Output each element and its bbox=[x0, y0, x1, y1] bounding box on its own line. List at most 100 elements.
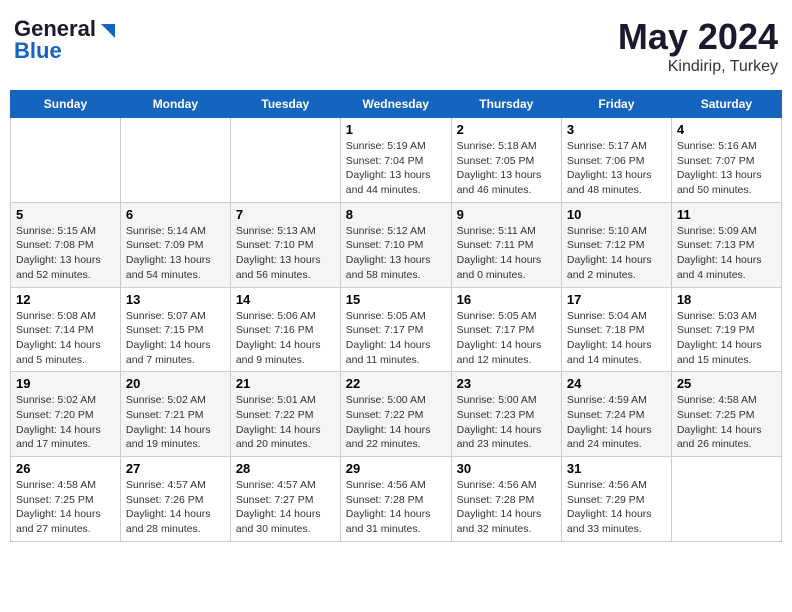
day-info: Sunrise: 4:56 AM Sunset: 7:28 PM Dayligh… bbox=[346, 478, 446, 537]
calendar-cell: 8 Sunrise: 5:12 AM Sunset: 7:10 PM Daylig… bbox=[340, 202, 451, 287]
day-info: Sunrise: 5:14 AM Sunset: 7:09 PM Dayligh… bbox=[126, 224, 225, 283]
calendar-day-header: Thursday bbox=[451, 91, 561, 118]
day-number: 17 bbox=[567, 292, 666, 307]
day-number: 31 bbox=[567, 461, 666, 476]
calendar-cell: 5 Sunrise: 5:15 AM Sunset: 7:08 PM Daylig… bbox=[11, 202, 121, 287]
day-info: Sunrise: 5:03 AM Sunset: 7:19 PM Dayligh… bbox=[677, 309, 776, 368]
day-number: 29 bbox=[346, 461, 446, 476]
day-info: Sunrise: 5:02 AM Sunset: 7:20 PM Dayligh… bbox=[16, 393, 115, 452]
calendar-cell: 18 Sunrise: 5:03 AM Sunset: 7:19 PM Dayli… bbox=[671, 287, 781, 372]
day-number: 27 bbox=[126, 461, 225, 476]
day-info: Sunrise: 4:59 AM Sunset: 7:24 PM Dayligh… bbox=[567, 393, 666, 452]
calendar-cell bbox=[671, 457, 781, 542]
day-number: 6 bbox=[126, 207, 225, 222]
logo-blue: Blue bbox=[14, 38, 62, 64]
day-number: 15 bbox=[346, 292, 446, 307]
day-number: 28 bbox=[236, 461, 335, 476]
day-info: Sunrise: 5:05 AM Sunset: 7:17 PM Dayligh… bbox=[346, 309, 446, 368]
calendar-header-row: SundayMondayTuesdayWednesdayThursdayFrid… bbox=[11, 91, 782, 118]
calendar-cell: 16 Sunrise: 5:05 AM Sunset: 7:17 PM Dayli… bbox=[451, 287, 561, 372]
calendar-cell bbox=[230, 118, 340, 203]
day-number: 26 bbox=[16, 461, 115, 476]
day-number: 23 bbox=[457, 376, 556, 391]
day-info: Sunrise: 5:11 AM Sunset: 7:11 PM Dayligh… bbox=[457, 224, 556, 283]
calendar-cell: 27Sunrise: 4:57 AM Sunset: 7:26 PM Dayli… bbox=[120, 457, 230, 542]
calendar-cell: 21 Sunrise: 5:01 AM Sunset: 7:22 PM Dayli… bbox=[230, 372, 340, 457]
calendar-week-row: 12Sunrise: 5:08 AM Sunset: 7:14 PM Dayli… bbox=[11, 287, 782, 372]
day-number: 5 bbox=[16, 207, 115, 222]
calendar-cell: 19 Sunrise: 5:02 AM Sunset: 7:20 PM Dayli… bbox=[11, 372, 121, 457]
day-number: 30 bbox=[457, 461, 556, 476]
calendar-day-header: Wednesday bbox=[340, 91, 451, 118]
calendar-day-header: Tuesday bbox=[230, 91, 340, 118]
calendar-cell: 12Sunrise: 5:08 AM Sunset: 7:14 PM Dayli… bbox=[11, 287, 121, 372]
calendar-day-header: Sunday bbox=[11, 91, 121, 118]
day-number: 25 bbox=[677, 376, 776, 391]
calendar-cell: 13Sunrise: 5:07 AM Sunset: 7:15 PM Dayli… bbox=[120, 287, 230, 372]
calendar-cell: 22Sunrise: 5:00 AM Sunset: 7:22 PM Dayli… bbox=[340, 372, 451, 457]
calendar-cell: 23 Sunrise: 5:00 AM Sunset: 7:23 PM Dayli… bbox=[451, 372, 561, 457]
logo-triangle-icon bbox=[97, 20, 115, 38]
day-number: 3 bbox=[567, 122, 666, 137]
day-info: Sunrise: 5:12 AM Sunset: 7:10 PM Dayligh… bbox=[346, 224, 446, 283]
day-info: Sunrise: 4:56 AM Sunset: 7:29 PM Dayligh… bbox=[567, 478, 666, 537]
day-info: Sunrise: 5:15 AM Sunset: 7:08 PM Dayligh… bbox=[16, 224, 115, 283]
day-number: 9 bbox=[457, 207, 556, 222]
day-info: Sunrise: 4:58 AM Sunset: 7:25 PM Dayligh… bbox=[16, 478, 115, 537]
day-number: 11 bbox=[677, 207, 776, 222]
calendar-cell: 7Sunrise: 5:13 AM Sunset: 7:10 PM Daylig… bbox=[230, 202, 340, 287]
day-number: 24 bbox=[567, 376, 666, 391]
day-number: 4 bbox=[677, 122, 776, 137]
day-number: 2 bbox=[457, 122, 556, 137]
calendar-cell: 28Sunrise: 4:57 AM Sunset: 7:27 PM Dayli… bbox=[230, 457, 340, 542]
calendar-cell: 31 Sunrise: 4:56 AM Sunset: 7:29 PM Dayli… bbox=[561, 457, 671, 542]
calendar-cell: 11 Sunrise: 5:09 AM Sunset: 7:13 PM Dayli… bbox=[671, 202, 781, 287]
calendar-cell: 1 Sunrise: 5:19 AM Sunset: 7:04 PM Daylig… bbox=[340, 118, 451, 203]
day-number: 16 bbox=[457, 292, 556, 307]
calendar-week-row: 5 Sunrise: 5:15 AM Sunset: 7:08 PM Daylig… bbox=[11, 202, 782, 287]
day-info: Sunrise: 5:06 AM Sunset: 7:16 PM Dayligh… bbox=[236, 309, 335, 368]
calendar-cell: 24 Sunrise: 4:59 AM Sunset: 7:24 PM Dayli… bbox=[561, 372, 671, 457]
calendar-week-row: 19 Sunrise: 5:02 AM Sunset: 7:20 PM Dayli… bbox=[11, 372, 782, 457]
day-info: Sunrise: 5:04 AM Sunset: 7:18 PM Dayligh… bbox=[567, 309, 666, 368]
calendar-cell bbox=[120, 118, 230, 203]
day-number: 8 bbox=[346, 207, 446, 222]
day-info: Sunrise: 5:07 AM Sunset: 7:15 PM Dayligh… bbox=[126, 309, 225, 368]
logo: General Blue bbox=[14, 16, 115, 64]
day-info: Sunrise: 4:56 AM Sunset: 7:28 PM Dayligh… bbox=[457, 478, 556, 537]
calendar-cell: 9 Sunrise: 5:11 AM Sunset: 7:11 PM Daylig… bbox=[451, 202, 561, 287]
title-block: May 2024 Kindirip, Turkey bbox=[618, 16, 778, 76]
day-number: 1 bbox=[346, 122, 446, 137]
day-info: Sunrise: 5:01 AM Sunset: 7:22 PM Dayligh… bbox=[236, 393, 335, 452]
calendar-week-row: 1 Sunrise: 5:19 AM Sunset: 7:04 PM Daylig… bbox=[11, 118, 782, 203]
day-number: 10 bbox=[567, 207, 666, 222]
day-info: Sunrise: 5:02 AM Sunset: 7:21 PM Dayligh… bbox=[126, 393, 225, 452]
day-info: Sunrise: 5:09 AM Sunset: 7:13 PM Dayligh… bbox=[677, 224, 776, 283]
day-info: Sunrise: 5:00 AM Sunset: 7:22 PM Dayligh… bbox=[346, 393, 446, 452]
calendar-week-row: 26 Sunrise: 4:58 AM Sunset: 7:25 PM Dayli… bbox=[11, 457, 782, 542]
calendar-cell: 10 Sunrise: 5:10 AM Sunset: 7:12 PM Dayli… bbox=[561, 202, 671, 287]
calendar-cell: 14 Sunrise: 5:06 AM Sunset: 7:16 PM Dayli… bbox=[230, 287, 340, 372]
day-info: Sunrise: 5:00 AM Sunset: 7:23 PM Dayligh… bbox=[457, 393, 556, 452]
calendar-cell: 15 Sunrise: 5:05 AM Sunset: 7:17 PM Dayli… bbox=[340, 287, 451, 372]
day-info: Sunrise: 5:05 AM Sunset: 7:17 PM Dayligh… bbox=[457, 309, 556, 368]
day-number: 14 bbox=[236, 292, 335, 307]
day-info: Sunrise: 5:19 AM Sunset: 7:04 PM Dayligh… bbox=[346, 139, 446, 198]
day-info: Sunrise: 5:17 AM Sunset: 7:06 PM Dayligh… bbox=[567, 139, 666, 198]
day-number: 21 bbox=[236, 376, 335, 391]
calendar-cell: 20Sunrise: 5:02 AM Sunset: 7:21 PM Dayli… bbox=[120, 372, 230, 457]
calendar-day-header: Saturday bbox=[671, 91, 781, 118]
calendar-location: Kindirip, Turkey bbox=[618, 58, 778, 76]
day-info: Sunrise: 5:13 AM Sunset: 7:10 PM Dayligh… bbox=[236, 224, 335, 283]
day-info: Sunrise: 5:10 AM Sunset: 7:12 PM Dayligh… bbox=[567, 224, 666, 283]
day-info: Sunrise: 5:18 AM Sunset: 7:05 PM Dayligh… bbox=[457, 139, 556, 198]
calendar-cell: 17 Sunrise: 5:04 AM Sunset: 7:18 PM Dayli… bbox=[561, 287, 671, 372]
calendar-cell: 29 Sunrise: 4:56 AM Sunset: 7:28 PM Dayli… bbox=[340, 457, 451, 542]
calendar-cell bbox=[11, 118, 121, 203]
calendar-table: SundayMondayTuesdayWednesdayThursdayFrid… bbox=[10, 90, 782, 542]
calendar-cell: 30 Sunrise: 4:56 AM Sunset: 7:28 PM Dayli… bbox=[451, 457, 561, 542]
day-number: 18 bbox=[677, 292, 776, 307]
day-info: Sunrise: 4:58 AM Sunset: 7:25 PM Dayligh… bbox=[677, 393, 776, 452]
day-number: 19 bbox=[16, 376, 115, 391]
day-number: 12 bbox=[16, 292, 115, 307]
